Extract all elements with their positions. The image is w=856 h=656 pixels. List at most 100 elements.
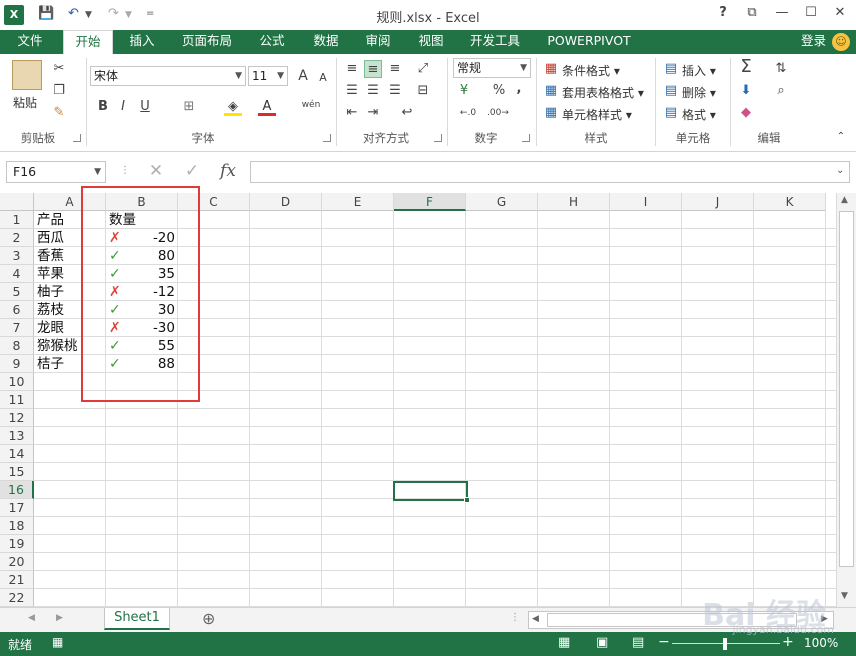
name-box[interactable]: F16 ▼ <box>6 161 106 183</box>
font-color-icon[interactable]: A <box>258 98 276 116</box>
align-center-icon[interactable]: ☰ <box>364 82 382 100</box>
autosum-icon[interactable]: Σ <box>737 58 755 76</box>
scroll-sheet-left-icon[interactable]: ◀ <box>28 613 35 623</box>
format-cells-button[interactable]: 格式 ▾ <box>682 106 716 123</box>
insert-function-button[interactable]: fx <box>216 161 240 183</box>
percent-icon[interactable]: % <box>490 82 508 100</box>
italic-button[interactable]: I <box>114 98 132 116</box>
font-size-select[interactable]: 11 ▼ <box>248 66 288 86</box>
clear-icon[interactable]: ◆ <box>737 104 755 122</box>
login-link[interactable]: 登录 <box>801 30 826 54</box>
shrink-font-icon[interactable]: A <box>314 69 332 87</box>
align-bottom-icon[interactable]: ≡ <box>386 60 404 78</box>
row-header-20[interactable]: 20 <box>0 553 34 571</box>
tab-home[interactable]: 开始 <box>63 30 113 55</box>
select-all-corner[interactable] <box>0 193 34 211</box>
comma-style-icon[interactable]: , <box>510 80 528 98</box>
row-header-10[interactable]: 10 <box>0 373 34 391</box>
conditional-format-button[interactable]: 条件格式 ▾ <box>562 62 620 79</box>
align-top-icon[interactable]: ≡ <box>343 60 361 78</box>
row-header-18[interactable]: 18 <box>0 517 34 535</box>
normal-view-icon[interactable]: ▦ <box>558 635 570 650</box>
zoom-out-button[interactable]: − <box>658 634 670 650</box>
paste-icon[interactable] <box>12 60 42 90</box>
fill-icon[interactable]: ⬇ <box>737 82 755 100</box>
close-button[interactable]: ✕ <box>829 5 851 25</box>
row-header-22[interactable]: 22 <box>0 589 34 607</box>
page-layout-view-icon[interactable]: ▣ <box>596 635 608 650</box>
column-header-g[interactable]: G <box>466 193 538 211</box>
borders-icon[interactable]: ⊞ <box>180 98 198 116</box>
formula-input[interactable] <box>250 161 850 183</box>
column-header-k[interactable]: K <box>754 193 826 211</box>
scroll-down-icon[interactable]: ▼ <box>841 591 848 601</box>
row-header-8[interactable]: 8 <box>0 337 34 355</box>
tab-insert[interactable]: 插入 <box>118 30 166 54</box>
row-header-11[interactable]: 11 <box>0 391 34 409</box>
increase-indent-icon[interactable]: ⇥ <box>364 104 382 122</box>
orientation-icon[interactable]: ⤢ <box>414 60 432 78</box>
fill-color-icon[interactable]: ◈ <box>224 98 242 116</box>
decrease-indent-icon[interactable]: ⇤ <box>343 104 361 122</box>
row-header-12[interactable]: 12 <box>0 409 34 427</box>
format-painter-icon[interactable]: ✎ <box>50 104 68 122</box>
paste-button[interactable]: 粘贴 <box>13 94 37 111</box>
vertical-scrollbar[interactable]: ▲ ▼ <box>836 193 856 607</box>
row-header-19[interactable]: 19 <box>0 535 34 553</box>
tab-view[interactable]: 视图 <box>407 30 455 54</box>
currency-icon[interactable]: ¥ <box>455 82 473 100</box>
row-header-17[interactable]: 17 <box>0 499 34 517</box>
minimize-button[interactable]: — <box>771 5 793 25</box>
align-left-icon[interactable]: ☰ <box>343 82 361 100</box>
tab-powerpivot[interactable]: POWERPIVOT <box>540 30 638 54</box>
macro-record-icon[interactable]: ▦ <box>52 635 63 649</box>
number-format-select[interactable]: 常规 ▼ <box>453 58 531 78</box>
row-header-21[interactable]: 21 <box>0 571 34 589</box>
row-header-7[interactable]: 7 <box>0 319 34 337</box>
zoom-level[interactable]: 100% <box>804 636 838 650</box>
row-header-3[interactable]: 3 <box>0 247 34 265</box>
maximize-button[interactable]: ☐ <box>800 5 822 25</box>
cell-product[interactable]: 龙眼 <box>37 319 64 337</box>
wrap-text-icon[interactable]: ↩ <box>398 104 416 122</box>
row-header-16[interactable]: 16 <box>0 481 34 499</box>
vertical-scroll-thumb[interactable] <box>839 211 854 567</box>
format-as-table-button[interactable]: 套用表格格式 ▾ <box>562 84 644 101</box>
column-header-j[interactable]: J <box>682 193 754 211</box>
collapse-ribbon-icon[interactable]: ⌃ <box>832 128 850 146</box>
underline-button[interactable]: U <box>136 98 154 116</box>
bold-button[interactable]: B <box>94 98 112 116</box>
number-launcher-icon[interactable] <box>522 134 530 142</box>
scroll-left-icon[interactable]: ◀ <box>532 614 539 624</box>
cell-styles-button[interactable]: 单元格样式 ▾ <box>562 106 632 123</box>
find-select-icon[interactable]: ⌕ <box>772 82 790 100</box>
cell-product[interactable]: 猕猴桃 <box>37 337 78 355</box>
merge-center-icon[interactable]: ⊟ <box>414 82 432 100</box>
increase-decimal-icon[interactable]: ←.0 <box>455 104 481 122</box>
copy-icon[interactable]: ❐ <box>50 82 68 100</box>
help-button[interactable]: ? <box>712 5 734 25</box>
cell-product[interactable]: 苹果 <box>37 265 64 283</box>
tab-formulas[interactable]: 公式 <box>248 30 296 54</box>
column-header-h[interactable]: H <box>538 193 610 211</box>
alignment-launcher-icon[interactable] <box>434 134 442 142</box>
cell-product[interactable]: 西瓜 <box>37 229 64 247</box>
clipboard-launcher-icon[interactable] <box>73 134 81 142</box>
column-header-d[interactable]: D <box>250 193 322 211</box>
cut-icon[interactable]: ✂ <box>50 60 68 78</box>
smiley-icon[interactable]: ☺ <box>832 33 850 51</box>
phonetic-icon[interactable]: wén <box>300 96 322 114</box>
column-header-f[interactable]: F <box>394 193 466 211</box>
zoom-in-button[interactable]: + <box>782 634 794 650</box>
expand-formula-icon[interactable]: ⌄ <box>836 165 844 176</box>
font-name-select[interactable]: 宋体 ▼ <box>90 66 246 86</box>
tab-review[interactable]: 审阅 <box>354 30 402 54</box>
decrease-decimal-icon[interactable]: .00→ <box>484 104 512 122</box>
align-right-icon[interactable]: ☰ <box>386 82 404 100</box>
grow-font-icon[interactable]: A <box>294 67 312 85</box>
scroll-sheet-right-icon[interactable]: ▶ <box>56 613 63 623</box>
row-header-6[interactable]: 6 <box>0 301 34 319</box>
scroll-up-icon[interactable]: ▲ <box>841 195 848 205</box>
cell-a1[interactable]: 产品 <box>37 211 64 229</box>
tab-developer[interactable]: 开发工具 <box>462 30 528 54</box>
